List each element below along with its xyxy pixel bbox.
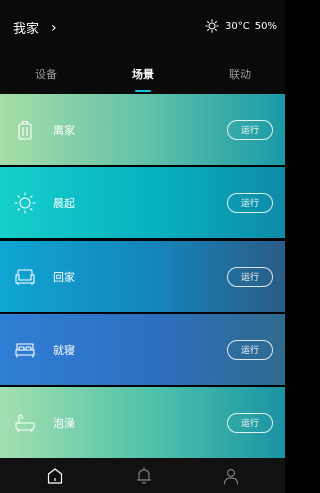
run-button[interactable]: 运行 [227, 192, 273, 213]
bed-icon [15, 342, 35, 357]
scene-card-come-home[interactable]: 回家 运行 [0, 241, 285, 312]
tab-devices[interactable]: 设备 [35, 66, 57, 82]
luggage-icon [18, 120, 32, 140]
user-icon[interactable] [221, 466, 241, 486]
bottom-navigation [0, 458, 285, 493]
home-selector[interactable]: 我家 › [13, 18, 57, 38]
run-button[interactable]: 运行 [227, 412, 273, 433]
sun-icon [14, 191, 36, 214]
scene-card-sleep[interactable]: 就寝 运行 [0, 314, 285, 385]
scene-card-morning[interactable]: 晨起 运行 [0, 167, 285, 238]
scene-label: 回家 [53, 270, 75, 284]
top-bar: 我家 › 30°C 50% 设备 场景 联动 [0, 0, 285, 96]
home-icon[interactable] [45, 466, 65, 486]
weather-widget: 30°C 50% [205, 19, 277, 33]
tab-automation[interactable]: 联动 [229, 66, 251, 82]
scene-list: 离家 运行 晨起 运行 回家 运行 就寝 运行 泡澡 运行 [0, 94, 285, 458]
sun-icon [205, 19, 219, 33]
run-button[interactable]: 运行 [227, 266, 273, 287]
home-name: 我家 [13, 22, 40, 37]
scene-label: 泡澡 [53, 416, 75, 430]
run-button[interactable]: 运行 [227, 339, 273, 360]
run-button[interactable]: 运行 [227, 119, 273, 140]
bathtub-icon [15, 413, 35, 433]
scene-label: 晨起 [53, 196, 75, 210]
temperature: 30°C [225, 20, 250, 32]
bell-icon[interactable] [134, 466, 154, 486]
chevron-right-icon: › [51, 19, 57, 36]
scene-card-bath[interactable]: 泡澡 运行 [0, 387, 285, 458]
tab-bar: 设备 场景 联动 [0, 62, 285, 96]
tab-scenes[interactable]: 场景 [132, 66, 154, 82]
scene-label: 离家 [53, 123, 75, 137]
scene-label: 就寝 [53, 343, 75, 357]
active-tab-indicator [135, 90, 151, 92]
sofa-icon [15, 268, 35, 285]
scene-card-leave-home[interactable]: 离家 运行 [0, 94, 285, 165]
humidity: 50% [254, 20, 277, 32]
